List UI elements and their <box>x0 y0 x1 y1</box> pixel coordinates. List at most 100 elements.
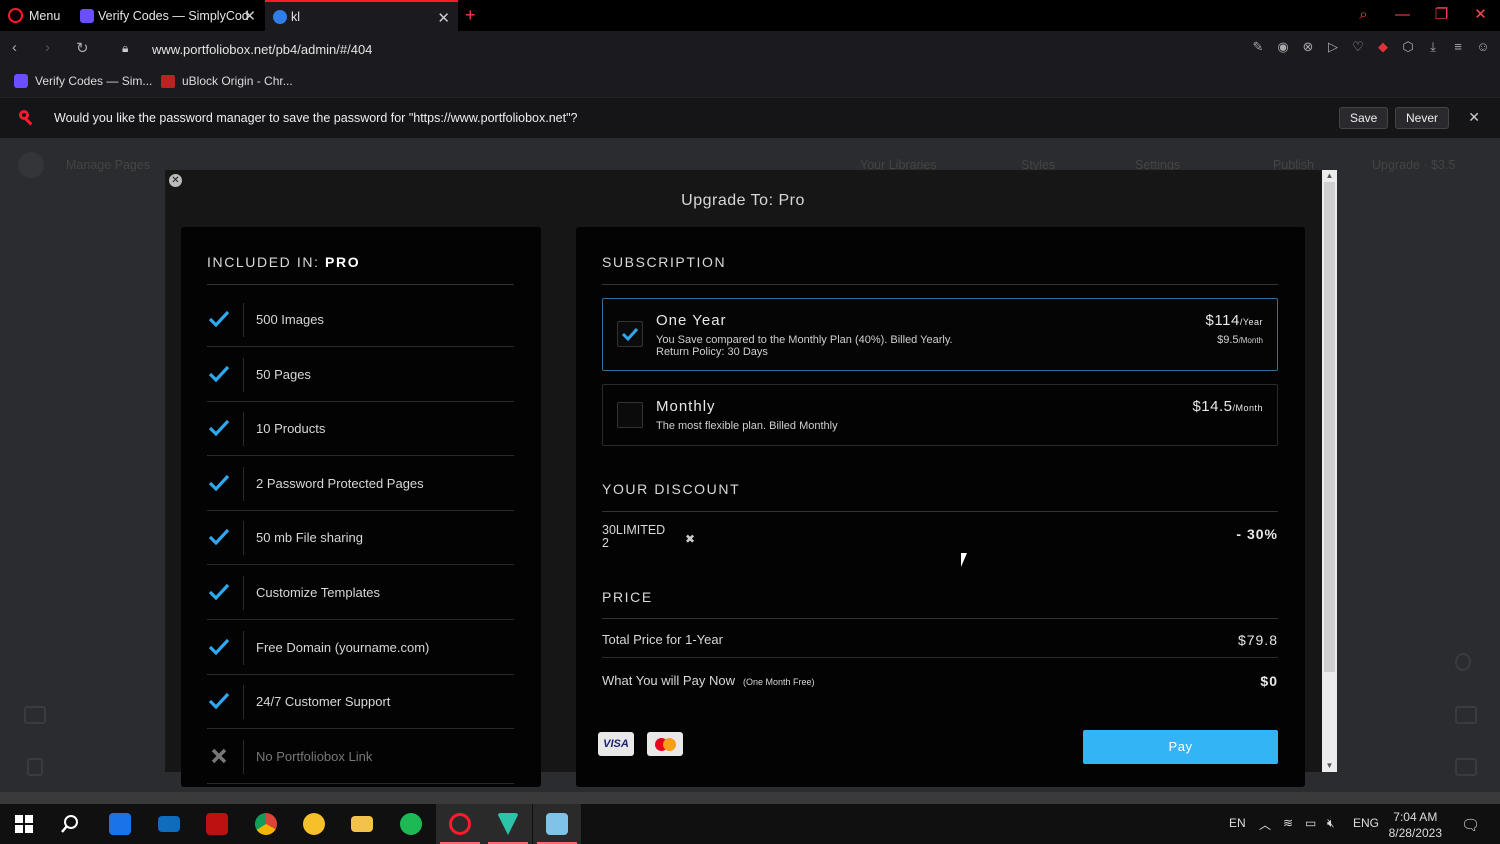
feature-label: No Portfoliobox Link <box>256 748 373 764</box>
spotify-app-icon[interactable] <box>387 804 435 844</box>
forward-icon[interactable]: › <box>45 39 50 56</box>
pay-button[interactable]: Pay <box>1083 730 1278 764</box>
plan-checkbox[interactable] <box>617 402 643 428</box>
side-tool-icon[interactable] <box>1455 706 1477 724</box>
tab-close-icon[interactable]: ✕ <box>243 7 256 25</box>
plan-option-monthly[interactable]: Monthly The most flexible plan. Billed M… <box>602 384 1278 446</box>
keyboard-language[interactable]: ENG <box>1353 816 1379 830</box>
side-tool-icon[interactable] <box>1455 653 1471 671</box>
game-app-icon[interactable] <box>193 804 241 844</box>
tab-close-icon[interactable]: ✕ <box>437 9 450 27</box>
feature-label: Free Domain (yourname.com) <box>256 639 430 655</box>
scroll-up-icon[interactable]: ▲ <box>1322 170 1337 182</box>
plan-monthly-equivalent: $9.5/Month <box>1217 334 1263 346</box>
scroll-thumb[interactable] <box>1324 182 1335 672</box>
profile-icon[interactable]: ☺ <box>1476 40 1490 54</box>
bookmark-ublock[interactable]: uBlock Origin - Chr... <box>161 74 293 88</box>
new-tab-plus-icon[interactable]: + <box>465 0 483 31</box>
plan-option-one-year[interactable]: One Year You Save compared to the Monthl… <box>602 298 1278 371</box>
download-icon[interactable]: ⤓ <box>1426 40 1440 54</box>
feature-separator <box>243 357 244 392</box>
discount-heading: YOUR DISCOUNT <box>602 481 741 497</box>
checkmark-icon <box>621 327 639 342</box>
subscription-heading: SUBSCRIPTION <box>602 254 727 270</box>
close-window-icon[interactable]: ✕ <box>1461 0 1500 31</box>
side-tool-icon[interactable] <box>27 758 43 776</box>
camera-icon[interactable]: ◉ <box>1276 40 1290 54</box>
upgrade-button[interactable]: Upgrade · $3.5 <box>1372 158 1455 172</box>
vpn-app-icon[interactable] <box>484 804 532 844</box>
easy-setup-icon[interactable]: ≡ <box>1451 40 1465 54</box>
horizontal-scrollbar[interactable] <box>0 792 1500 804</box>
modal-close-icon[interactable]: ✕ <box>169 174 182 187</box>
tab-verify-codes[interactable]: Verify Codes — SimplyCod ✕ <box>72 0 264 31</box>
checkmark-icon <box>208 365 230 382</box>
discount-code: 30LIMITED 2 <box>602 523 666 550</box>
ublock-icon[interactable]: ◆ <box>1376 40 1390 54</box>
file-explorer-icon[interactable] <box>338 804 386 844</box>
ublock-favicon-icon <box>161 74 175 88</box>
back-icon[interactable]: ‹ <box>12 39 17 56</box>
price-heading: PRICE <box>602 589 653 605</box>
browser-menu-button[interactable]: Menu <box>0 0 68 31</box>
wifi-icon[interactable]: ≋ <box>1283 816 1293 830</box>
tab-active-kl[interactable]: kl ✕ <box>265 0 458 31</box>
divider <box>602 284 1278 285</box>
notepad-app-icon[interactable] <box>533 804 581 844</box>
store-app-icon[interactable] <box>96 804 144 844</box>
chrome-app-icon[interactable] <box>242 804 290 844</box>
notifications-icon[interactable]: 🗨︎ <box>1461 816 1480 834</box>
edit-icon[interactable]: ✎ <box>1251 40 1265 54</box>
notes-app-icon[interactable] <box>290 804 338 844</box>
feature-label: 50 Pages <box>256 366 311 382</box>
never-save-button[interactable]: Never <box>1395 107 1450 129</box>
opera-taskbar-icon[interactable] <box>436 804 484 844</box>
save-password-button[interactable]: Save <box>1339 107 1389 129</box>
window-controls: ⌕ — ❐ ✕ <box>1344 0 1500 31</box>
side-tool-icon[interactable] <box>1455 758 1477 776</box>
bookmark-verify-codes[interactable]: Verify Codes — Sim... <box>14 74 152 88</box>
simplycodes-favicon-icon <box>80 8 94 23</box>
minimize-icon[interactable]: — <box>1383 0 1422 31</box>
plan-price: $114/Year <box>1205 312 1263 329</box>
checkmark-icon <box>208 529 230 546</box>
plan-checkbox[interactable] <box>617 321 643 347</box>
browser-tab-bar: Menu Verify Codes — SimplyCod ✕ kl ✕ + ⌕… <box>0 0 1500 31</box>
feature-label: 10 Products <box>256 421 326 437</box>
start-button[interactable] <box>0 804 48 844</box>
search-icon[interactable] <box>46 804 94 844</box>
scroll-down-icon[interactable]: ▼ <box>1322 760 1337 772</box>
send-icon[interactable]: ▷ <box>1326 40 1340 54</box>
manage-pages-link[interactable]: Manage Pages <box>66 158 150 172</box>
feature-separator <box>243 630 244 665</box>
password-prompt-text: Would you like the password manager to s… <box>54 111 578 125</box>
url-field[interactable]: www.portfoliobox.net/pb4/admin/#/404 <box>152 42 372 57</box>
modal-scrollbar[interactable]: ▲ ▼ <box>1322 170 1337 772</box>
feature-label: 500 Images <box>256 312 324 327</box>
system-clock[interactable]: 7:04 AM 8/28/2023 <box>1389 809 1442 841</box>
feature-item: 2 Password Protected Pages <box>207 457 514 511</box>
address-bar: ‹ › ↻ 🔒︎ www.portfoliobox.net/pb4/admin/… <box>0 31 1500 67</box>
tray-chevron-icon[interactable]: ︿ <box>1259 816 1271 833</box>
pay-now-value: $0 <box>1260 673 1278 689</box>
close-prompt-icon[interactable]: ✕ <box>1468 109 1480 126</box>
reload-icon[interactable]: ↻ <box>76 39 89 57</box>
volume-muted-icon[interactable]: 🔇︎ <box>1327 816 1335 831</box>
side-tool-icon[interactable] <box>24 706 46 724</box>
feature-item: 50 mb File sharing <box>207 511 514 566</box>
restore-icon[interactable]: ❐ <box>1422 0 1461 31</box>
windows-taskbar: EN ︿ ≋ ▭ 🔇︎ ENG 7:04 AM 8/28/2023 🗨︎ <box>0 804 1500 844</box>
toolbar-icons: ✎ ◉ ⊗ ▷ ♡ ◆ ⬡ ⤓ ≡ ☺ <box>1251 40 1490 54</box>
cube-icon[interactable]: ⬡ <box>1401 40 1415 54</box>
adblock-icon[interactable]: ⊗ <box>1301 40 1315 54</box>
input-language[interactable]: EN <box>1229 816 1246 830</box>
feature-item: Free Domain (yourname.com) <box>207 621 514 675</box>
remove-discount-icon[interactable]: ✖ <box>685 532 695 546</box>
search-tabs-icon[interactable]: ⌕ <box>1344 0 1383 31</box>
battery-icon[interactable]: ▭ <box>1305 816 1316 830</box>
feature-item: 50 Pages <box>207 348 514 402</box>
checkmark-icon <box>208 693 230 710</box>
heart-icon[interactable]: ♡ <box>1351 40 1365 54</box>
included-heading: INCLUDED IN: PRO <box>207 254 361 270</box>
mail-app-icon[interactable] <box>145 804 193 844</box>
